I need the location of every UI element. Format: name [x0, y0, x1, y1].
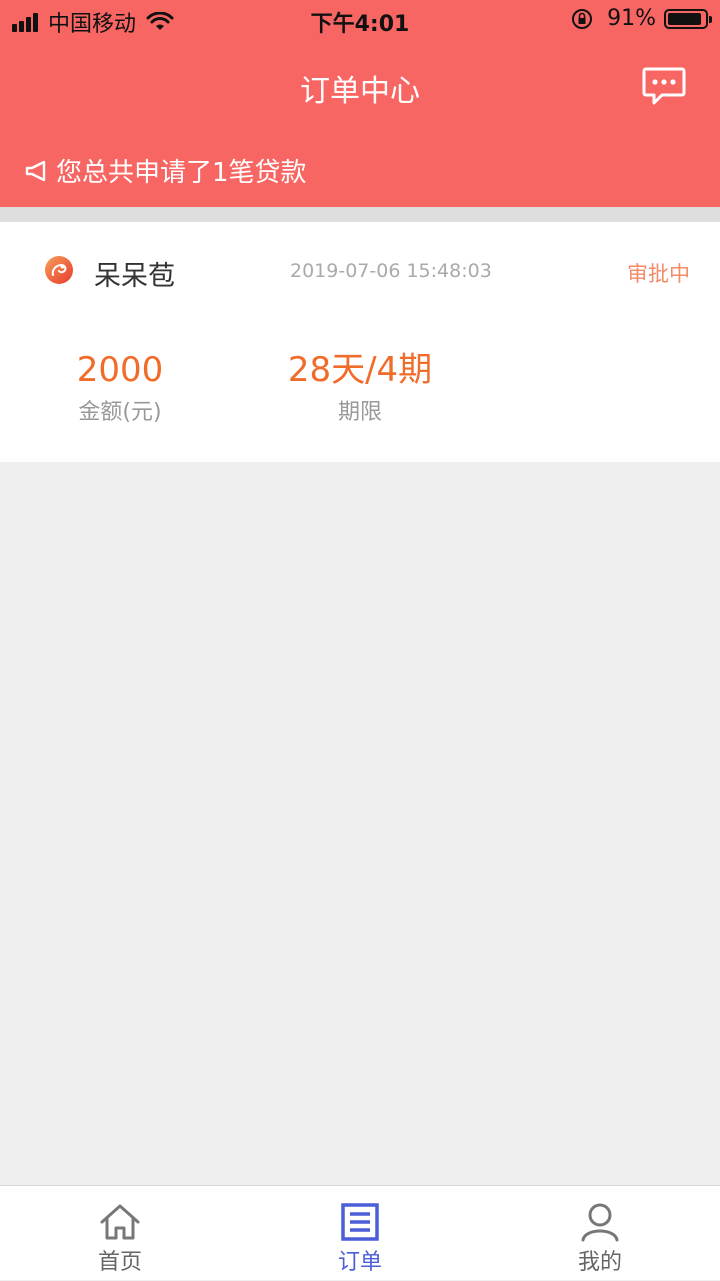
tab-orders-label: 订单	[337, 1250, 382, 1275]
status-bar: 中国移动 下午4:01 91%	[0, 0, 720, 40]
rotation-lock-icon	[572, 8, 593, 29]
amount-value: 2000	[76, 350, 164, 390]
amount-stat: 2000 金额(元)	[40, 348, 200, 426]
order-list-icon	[341, 1203, 379, 1241]
header: 中国移动 下午4:01 91% 订单中心 您总共申请了1笔贷款	[0, 0, 720, 207]
message-icon[interactable]	[642, 66, 686, 106]
term-stat: 28天/4期 期限	[270, 348, 450, 426]
loan-notice: 您总共申请了1笔贷款	[24, 152, 307, 189]
tab-home-label: 首页	[97, 1250, 142, 1275]
megaphone-icon	[25, 160, 46, 181]
battery-percent: 91%	[607, 6, 656, 31]
product-name: 呆呆苞	[94, 261, 175, 292]
order-card[interactable]: 呆呆苞 2019-07-06 15:48:03 审批中 2000 金额(元) 2…	[0, 222, 720, 462]
order-time: 2019-07-06 15:48:03	[290, 260, 492, 282]
tab-orders[interactable]: 订单	[240, 1186, 480, 1281]
page-title: 订单中心	[300, 74, 420, 109]
term-label: 期限	[337, 400, 382, 425]
home-icon	[100, 1204, 140, 1240]
user-icon	[581, 1203, 619, 1242]
tab-home[interactable]: 首页	[0, 1186, 240, 1281]
order-status-badge: 审批中	[627, 262, 690, 286]
product-logo-icon	[45, 256, 73, 284]
battery-fill	[668, 12, 701, 25]
status-right: 91%	[571, 6, 712, 31]
battery-icon	[664, 8, 712, 29]
bottom-tab-bar: 首页 订单 我的	[0, 1185, 720, 1280]
tab-mine[interactable]: 我的	[480, 1186, 720, 1281]
section-divider	[0, 207, 720, 222]
term-value: 28天/4期	[287, 350, 433, 390]
amount-label: 金额(元)	[78, 400, 162, 425]
tab-mine-label: 我的	[577, 1250, 622, 1275]
loan-notice-text: 您总共申请了1笔贷款	[56, 158, 307, 188]
